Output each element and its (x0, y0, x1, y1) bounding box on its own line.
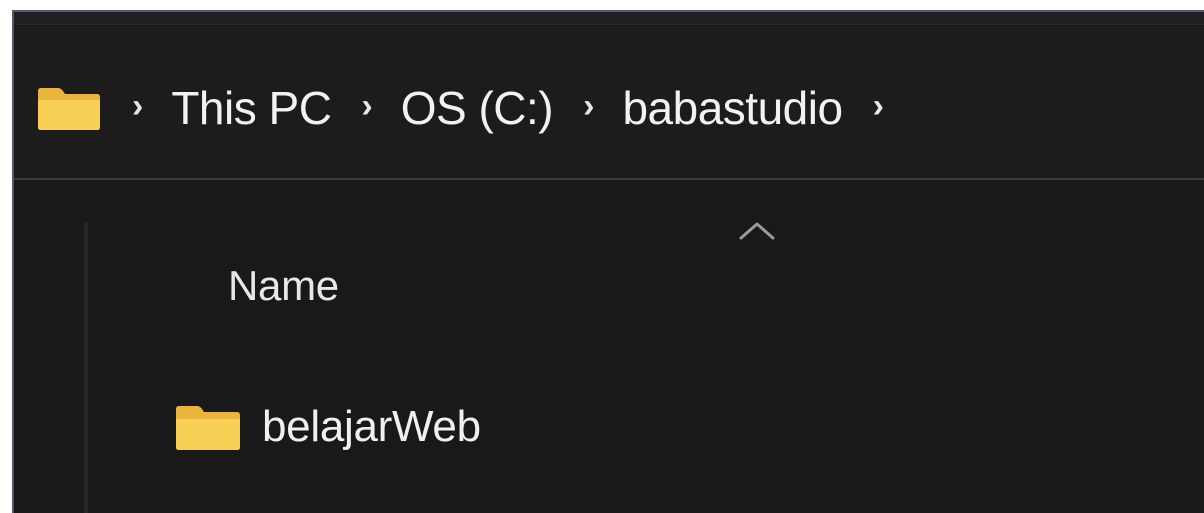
file-explorer-window: › This PC › OS (C:) › babastudio › Name … (12, 10, 1204, 513)
folder-icon (176, 406, 240, 450)
breadcrumb-item-this-pc[interactable]: This PC (171, 85, 332, 131)
list-item[interactable]: belajarWeb (174, 392, 1074, 462)
chevron-right-icon[interactable]: › (361, 89, 372, 123)
file-list-pane: Name belajarWeb (14, 180, 1204, 513)
breadcrumb: › This PC › OS (C:) › babastudio › (132, 80, 912, 136)
folder-icon (38, 88, 100, 130)
breadcrumb-item-babastudio[interactable]: babastudio (622, 85, 843, 131)
pane-divider (84, 222, 88, 513)
address-bar[interactable]: › This PC › OS (C:) › babastudio › (14, 26, 1204, 180)
breadcrumb-item-os-c[interactable]: OS (C:) (401, 85, 554, 131)
chevron-right-icon[interactable]: › (132, 89, 143, 123)
chevron-right-icon[interactable]: › (873, 89, 884, 123)
column-header-name[interactable]: Name (228, 262, 339, 310)
chevron-up-icon (739, 222, 775, 240)
chevron-right-icon[interactable]: › (583, 89, 594, 123)
list-item-name: belajarWeb (262, 402, 481, 451)
title-strip (14, 12, 1204, 25)
